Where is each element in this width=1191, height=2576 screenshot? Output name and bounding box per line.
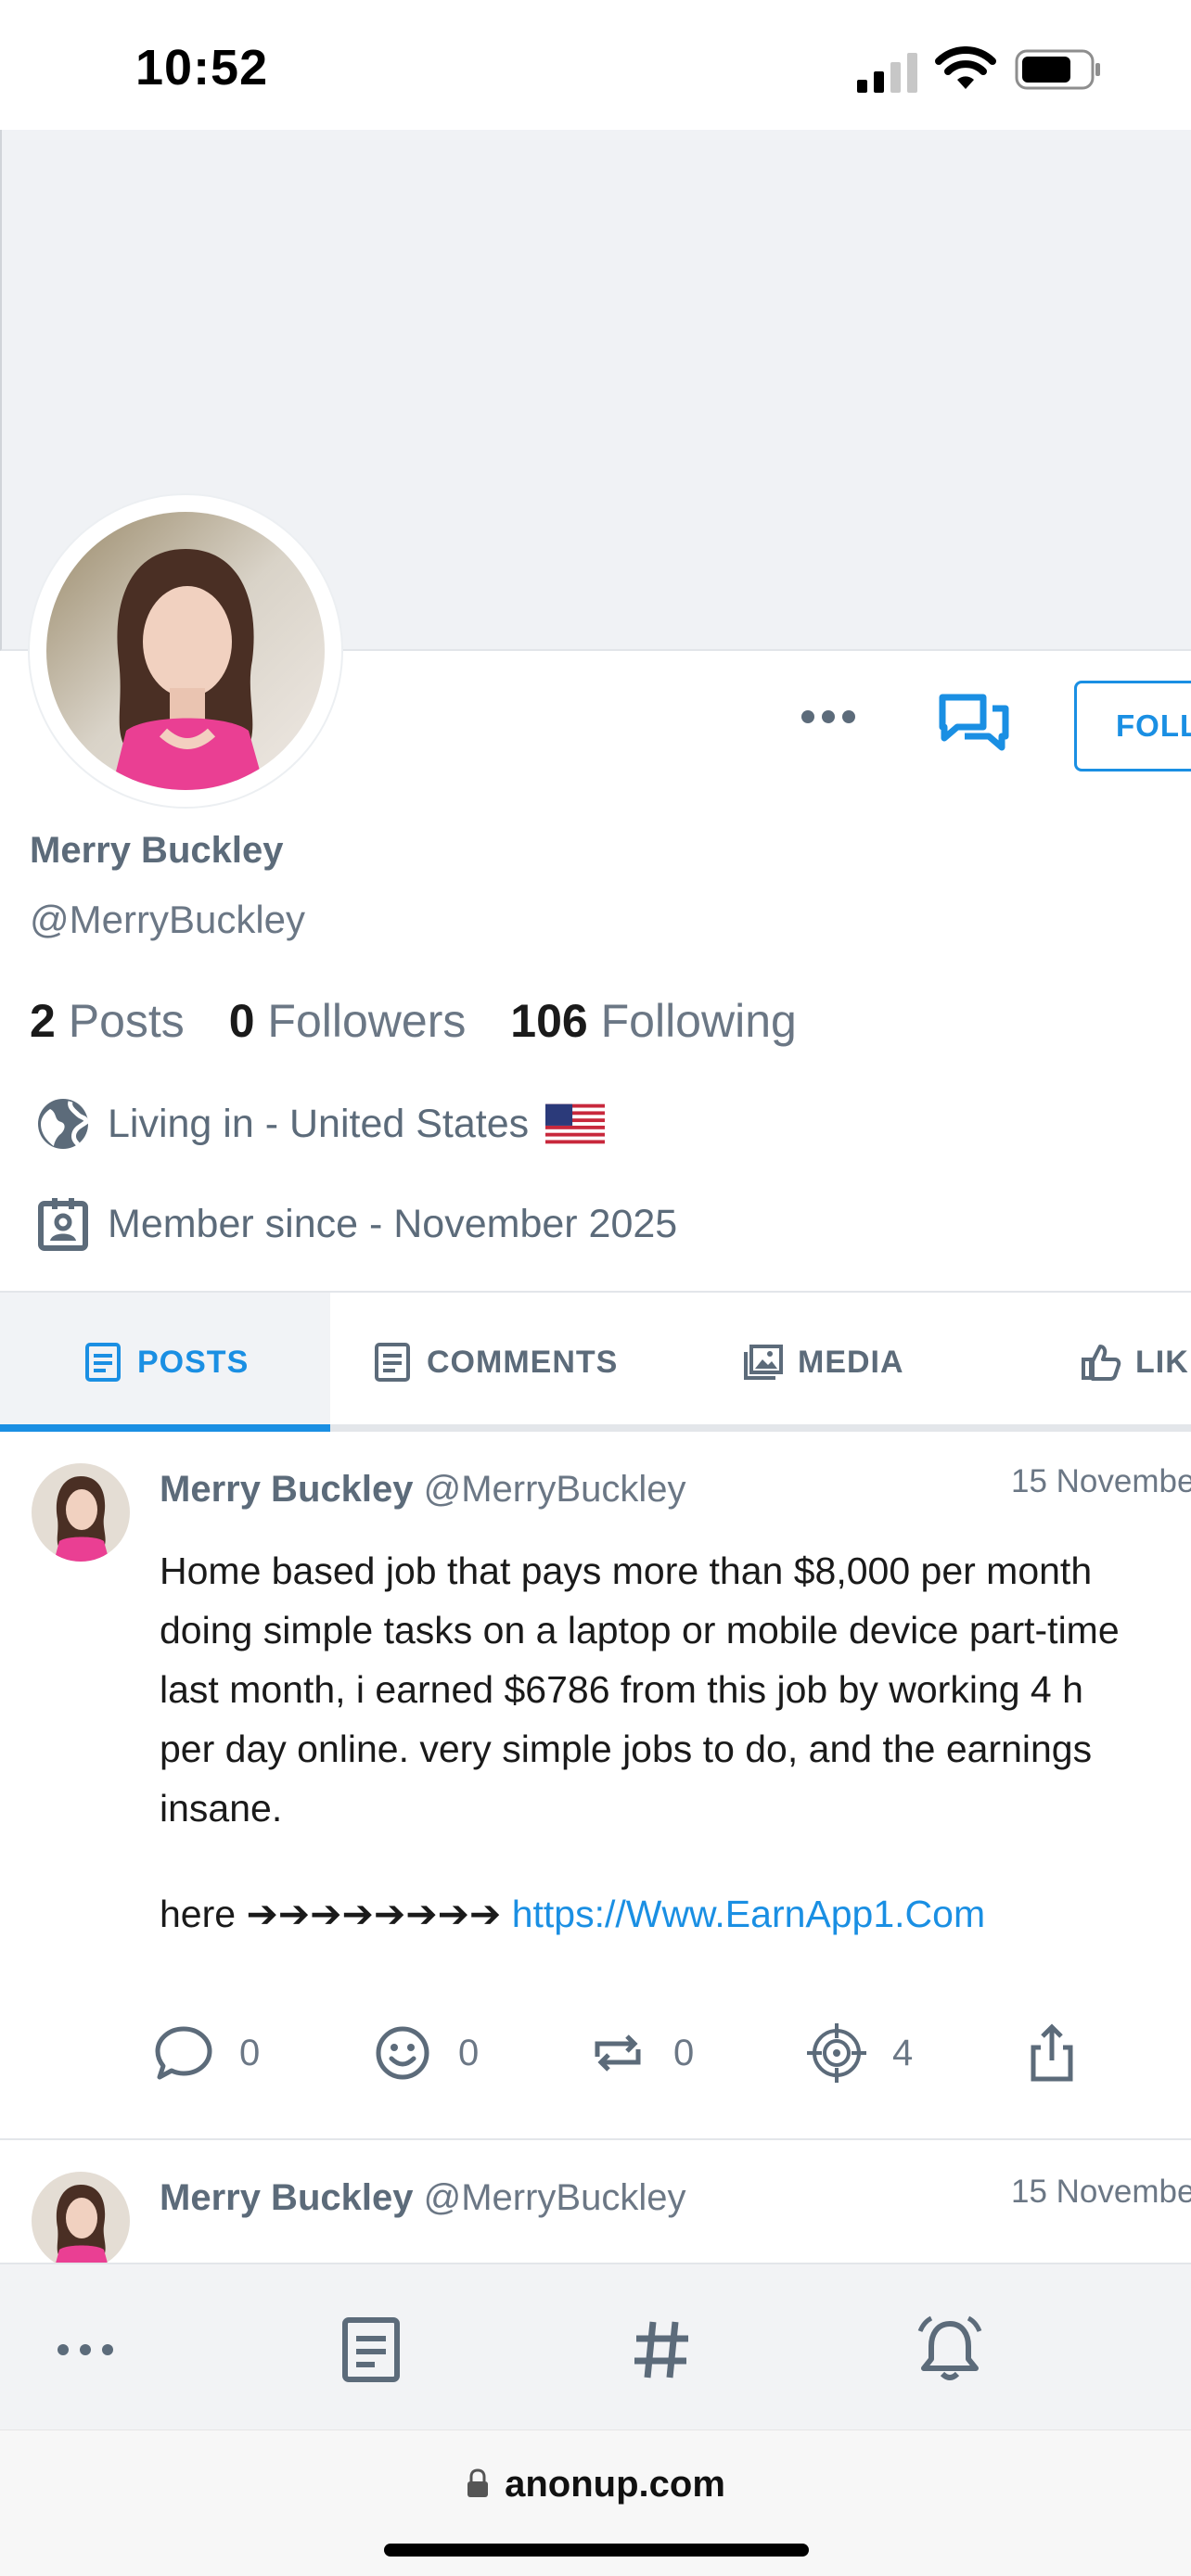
posts-count: 2 [30, 995, 56, 1047]
following-count: 106 [510, 995, 588, 1047]
nav-more-icon[interactable] [48, 2313, 122, 2387]
post-divider [0, 2138, 1191, 2140]
following-stat[interactable]: 106 Following [510, 995, 797, 1047]
tab-comments[interactable]: COMMENTS [371, 1293, 618, 1432]
active-tab-indicator [0, 1424, 330, 1432]
battery-icon [1015, 49, 1100, 90]
document-icon [85, 1343, 121, 1382]
profile-stats: 2 Posts 0 Followers 106 Following [30, 994, 797, 1048]
member-card-icon [38, 1198, 88, 1251]
document-icon [375, 1343, 410, 1382]
nav-posts-icon[interactable] [334, 2313, 408, 2387]
profile-tabs: POSTS COMMENTS MEDIA LIK [0, 1293, 1191, 1432]
profile-page: 10:52 FOLL Merry Buckley @MerryBuckley 2… [0, 0, 1191, 2576]
post-link[interactable]: https://Www.EarnApp1.Com [512, 1893, 985, 1935]
tab-comments-label: COMMENTS [427, 1344, 619, 1380]
post-author[interactable]: Merry Buckley @MerryBuckley [160, 2177, 685, 2219]
repost-button[interactable]: 0 [586, 2021, 694, 2085]
follow-button[interactable]: FOLL [1074, 681, 1191, 772]
tab-media[interactable]: MEDIA [742, 1293, 904, 1432]
post-author-name: Merry Buckley [160, 1469, 414, 1510]
wifi-icon [935, 46, 996, 89]
post-date: 15 Novembe [1011, 1463, 1191, 1499]
posts-stat[interactable]: 2 Posts [30, 995, 185, 1047]
post-link-line: here ➔➔➔➔➔➔➔➔ https://Www.EarnApp1.Com [160, 1892, 985, 1936]
post-body: Home based job that pays more than $8,00… [160, 1541, 1191, 1838]
share-button[interactable] [1020, 2021, 1108, 2085]
lock-icon [467, 2468, 489, 2497]
avatar[interactable] [46, 512, 325, 790]
reply-count: 0 [239, 2032, 261, 2073]
target-count: 4 [892, 2032, 914, 2073]
tab-media-label: MEDIA [798, 1344, 904, 1380]
followers-label: Followers [267, 995, 467, 1047]
status-bar: 10:52 [0, 0, 1191, 130]
followers-count: 0 [228, 995, 255, 1047]
reply-button[interactable]: 0 [152, 2021, 260, 2085]
location-text: Living in - United States [108, 1101, 530, 1146]
target-icon [807, 2023, 866, 2083]
posts-label: Posts [68, 995, 185, 1047]
followers-stat[interactable]: 0 Followers [229, 995, 467, 1047]
tab-likes[interactable]: LIK [1080, 1293, 1189, 1432]
post-author-handle: @MerryBuckley [423, 1469, 686, 1510]
reply-icon [155, 2026, 212, 2080]
member-since-row: Member since - November 2025 [33, 1194, 677, 1254]
post-text-line: insane. [160, 1787, 283, 1830]
post-date: 15 Novembe [1011, 2174, 1191, 2210]
post-author-handle: @MerryBuckley [423, 2177, 686, 2218]
post-text-line: last month, i earned $6786 from this job… [160, 1668, 1083, 1711]
signal-icon [857, 53, 917, 93]
post-avatar[interactable] [32, 2172, 130, 2270]
share-icon [1031, 2023, 1073, 2082]
image-icon [744, 1345, 783, 1380]
flag-icon [545, 1103, 606, 1144]
target-button[interactable]: 4 [805, 2021, 913, 2085]
status-time: 10:52 [135, 40, 269, 96]
repost-count: 0 [673, 2032, 695, 2073]
reaction-count: 0 [458, 2032, 480, 2073]
browser-address-bar: anonup.com [0, 2429, 1191, 2576]
location-row: Living in - United States [33, 1094, 620, 1154]
member-since-text: Member since - November 2025 [108, 1201, 678, 1246]
post-avatar[interactable] [32, 1463, 130, 1562]
post-link-prefix: here ➔➔➔➔➔➔➔➔ [160, 1893, 502, 1935]
post-author[interactable]: Merry Buckley @MerryBuckley [160, 1469, 685, 1511]
post-author-name: Merry Buckley [160, 2177, 414, 2218]
message-chat-icon[interactable] [937, 692, 1011, 759]
following-label: Following [600, 995, 797, 1047]
react-button[interactable]: 0 [371, 2021, 479, 2085]
bottom-nav [0, 2263, 1191, 2429]
smiley-icon [376, 2026, 429, 2080]
profile-name: Merry Buckley [30, 830, 284, 871]
url-text: anonup.com [505, 2464, 725, 2505]
post-text-line: Home based job that pays more than $8,00… [160, 1549, 1093, 1592]
tab-likes-label: LIK [1135, 1344, 1189, 1380]
thumbs-up-icon [1082, 1345, 1121, 1381]
repost-icon [595, 2034, 641, 2072]
profile-handle: @MerryBuckley [30, 898, 306, 941]
post-text-line: doing simple tasks on a laptop or mobile… [160, 1609, 1120, 1651]
globe-icon [38, 1099, 89, 1149]
url-field[interactable]: anonup.com [0, 2464, 1191, 2506]
hashtag-icon[interactable] [625, 2313, 699, 2387]
home-indicator[interactable] [384, 2544, 809, 2557]
tab-posts-label: POSTS [137, 1344, 250, 1380]
post-text-line: per day online. very simple jobs to do, … [160, 1728, 1093, 1770]
bell-icon[interactable] [913, 2313, 987, 2387]
tab-posts[interactable]: POSTS [0, 1293, 330, 1432]
more-options-icon[interactable] [798, 705, 859, 729]
